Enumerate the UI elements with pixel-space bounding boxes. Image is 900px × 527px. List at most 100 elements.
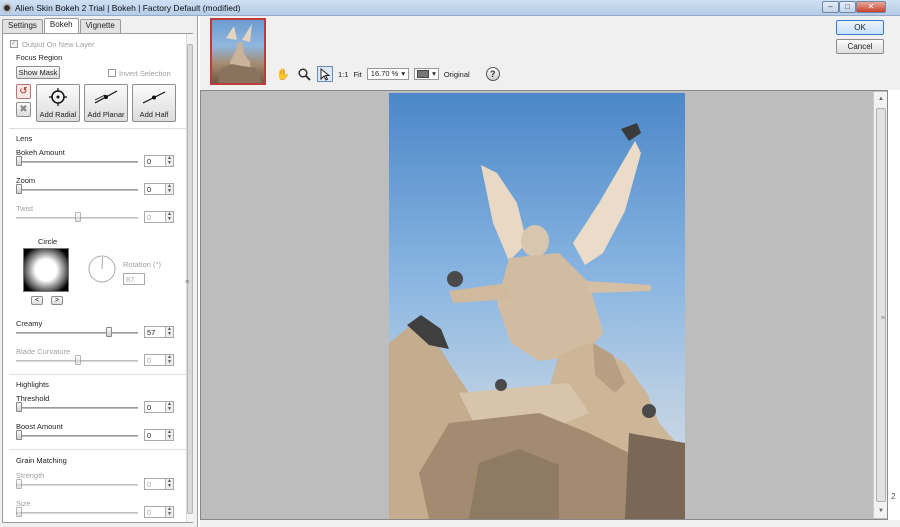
- preview-scrollbar[interactable]: ▲ ≡ ▼: [873, 92, 887, 518]
- splitter-handle[interactable]: ≡: [185, 279, 189, 286]
- preview-scrollbar-thumb[interactable]: ≡: [876, 108, 886, 502]
- close-button[interactable]: ✕: [856, 1, 886, 13]
- stepper-arrows-icon[interactable]: ▲ ▼: [165, 355, 173, 365]
- blade-curvature-slider[interactable]: [75, 355, 81, 365]
- add-planar-button[interactable]: Add Planar: [84, 84, 128, 122]
- stepper-arrows-icon[interactable]: ▲ ▼: [165, 507, 173, 517]
- ok-button[interactable]: OK: [836, 20, 884, 35]
- strength-value: 0: [147, 480, 152, 489]
- cancel-button[interactable]: Cancel: [836, 39, 884, 54]
- zoom-level-select[interactable]: 16.70 % ▾: [366, 68, 410, 80]
- help-icon[interactable]: ?: [485, 66, 501, 82]
- next-shape-button[interactable]: >: [51, 296, 63, 305]
- strength-track[interactable]: [16, 484, 138, 486]
- prev-shape-button[interactable]: <: [31, 296, 43, 305]
- tab-vignette[interactable]: Vignette: [79, 19, 121, 33]
- chevron-down-icon: ▾: [432, 69, 436, 78]
- boost-amount-track[interactable]: [16, 435, 138, 437]
- zoom-stepper[interactable]: 0 ▲ ▼: [144, 183, 174, 195]
- boost-amount-value: 0: [147, 431, 152, 440]
- creamy-stepper[interactable]: 57 ▲ ▼: [144, 326, 174, 338]
- zoom-level-value: 16.70 %: [370, 69, 399, 78]
- boost-amount-slider[interactable]: [16, 430, 22, 440]
- add-half-button[interactable]: Add Half: [132, 84, 176, 122]
- threshold-track[interactable]: [16, 407, 138, 409]
- statue-thumbnail-image: [218, 24, 262, 83]
- maximize-button[interactable]: □: [839, 1, 856, 13]
- reset-button[interactable]: ↺: [16, 84, 31, 99]
- bokeh-amount-label: Bokeh Amount: [16, 148, 65, 157]
- strength-stepper[interactable]: 0 ▲ ▼: [144, 478, 174, 490]
- rotation-label: Rotation (°): [123, 260, 162, 269]
- boost-amount-stepper[interactable]: 0 ▲ ▼: [144, 429, 174, 441]
- stepper-arrows-icon[interactable]: ▲ ▼: [165, 479, 173, 489]
- bokeh-amount-slider[interactable]: [16, 156, 22, 166]
- threshold-slider[interactable]: [16, 402, 22, 412]
- zoom-slider[interactable]: [16, 184, 22, 194]
- creamy-slider[interactable]: [106, 327, 112, 337]
- add-radial-button[interactable]: Add Radial: [36, 84, 80, 122]
- tab-bar: Settings Bokeh Vignette: [2, 18, 122, 33]
- undo-icon: ↺: [19, 86, 28, 97]
- size-value: 0: [147, 508, 152, 517]
- help-glyph: ?: [485, 67, 500, 81]
- stepper-arrows-icon[interactable]: ▲ ▼: [165, 184, 173, 194]
- divider: [9, 449, 189, 450]
- zoom-tool-icon[interactable]: [296, 66, 312, 82]
- size-slider[interactable]: [16, 507, 22, 517]
- size-track[interactable]: [16, 512, 138, 514]
- twist-stepper[interactable]: 0 ▲ ▼: [144, 211, 174, 223]
- original-button[interactable]: Original: [444, 70, 470, 79]
- blade-curvature-stepper[interactable]: 0 ▲ ▼: [144, 354, 174, 366]
- rotation-input[interactable]: 87: [123, 273, 145, 285]
- scroll-down-icon[interactable]: ▼: [874, 504, 888, 518]
- rotation-dial[interactable]: [87, 254, 117, 284]
- creamy-value: 57: [147, 328, 156, 337]
- divider: [9, 374, 189, 375]
- stepper-arrows-icon[interactable]: ▲ ▼: [165, 156, 173, 166]
- invert-selection-checkbox[interactable]: [108, 69, 116, 77]
- preview-canvas[interactable]: [200, 90, 888, 520]
- creamy-track[interactable]: [16, 332, 138, 334]
- zoom-track[interactable]: [16, 189, 138, 191]
- blade-curvature-value: 0: [147, 356, 152, 365]
- scroll-up-icon[interactable]: ▲: [874, 92, 888, 106]
- lens-heading: Lens: [16, 134, 33, 143]
- hand-tool-icon[interactable]: ✋: [275, 66, 291, 82]
- delete-region-button[interactable]: ✖: [16, 102, 31, 117]
- add-planar-label: Add Planar: [87, 110, 125, 119]
- stepper-arrows-icon[interactable]: ▲ ▼: [165, 402, 173, 412]
- stepper-arrows-icon[interactable]: ▲ ▼: [165, 212, 173, 222]
- show-mask-button[interactable]: Show Mask: [16, 66, 60, 79]
- status-strip: [200, 520, 900, 527]
- output-new-layer-checkbox[interactable]: ✓: [10, 40, 18, 48]
- fit-button[interactable]: Fit: [353, 70, 361, 79]
- twist-slider[interactable]: [75, 212, 81, 222]
- chevron-down-icon: ▾: [401, 69, 406, 78]
- statue-photo: [389, 123, 685, 519]
- output-new-layer-label: Output On New Layer: [22, 40, 95, 49]
- planar-icon: [94, 90, 118, 104]
- zoom-1-1-button[interactable]: 1:1: [338, 70, 348, 79]
- stepper-arrows-icon[interactable]: ▲ ▼: [165, 327, 173, 337]
- panel-scrollbar[interactable]: [186, 34, 193, 522]
- x-icon: ✖: [19, 104, 28, 115]
- strength-slider[interactable]: [16, 479, 22, 489]
- background-color-select[interactable]: ▾: [414, 68, 439, 80]
- divider: [9, 128, 189, 129]
- stepper-arrows-icon[interactable]: ▲ ▼: [165, 430, 173, 440]
- bokeh-amount-stepper[interactable]: 0 ▲ ▼: [144, 155, 174, 167]
- threshold-stepper[interactable]: 0 ▲ ▼: [144, 401, 174, 413]
- app-icon: [2, 3, 12, 13]
- minimize-button[interactable]: –: [822, 1, 839, 13]
- bokeh-amount-value: 0: [147, 157, 152, 166]
- creamy-label: Creamy: [16, 319, 43, 328]
- bokeh-amount-track[interactable]: [16, 161, 138, 163]
- size-stepper[interactable]: 0 ▲ ▼: [144, 506, 174, 518]
- tab-settings[interactable]: Settings: [2, 19, 43, 33]
- image-thumbnail[interactable]: [210, 18, 266, 85]
- top-toolbar-area: ✋ 1:1 Fit 16.70 % ▾ ▾ Original ? OK Canc…: [200, 16, 900, 90]
- scroll-grip-icon: ≡: [881, 315, 886, 322]
- tab-bokeh[interactable]: Bokeh: [43, 18, 79, 33]
- select-tool-icon[interactable]: [317, 66, 333, 82]
